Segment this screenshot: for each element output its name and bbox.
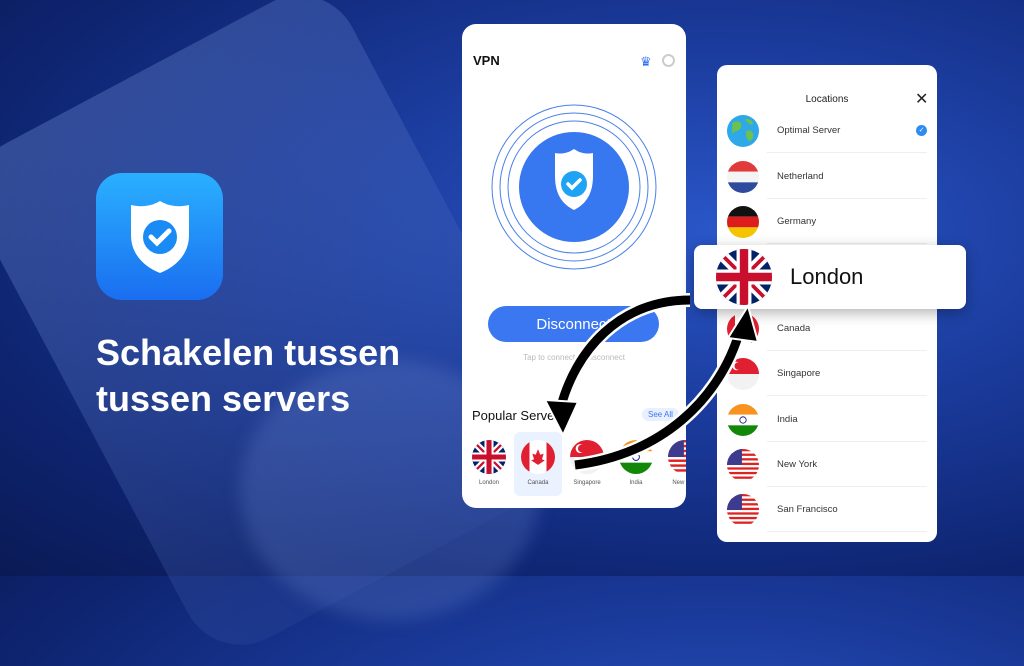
divider: [767, 152, 927, 153]
popular-server-singapore[interactable]: Singapore: [563, 432, 611, 496]
check-icon: ✓: [916, 125, 927, 136]
divider: [767, 243, 927, 244]
location-label: New York: [777, 459, 818, 470]
uk-flag-icon: [472, 440, 506, 474]
canada-flag-icon: [521, 440, 555, 474]
selected-location-popup[interactable]: London: [694, 245, 966, 309]
connect-button[interactable]: [491, 104, 657, 270]
location-item[interactable]: India: [727, 397, 927, 442]
phone-screen: VPN ♛ Disconnect Tap to connect or disco…: [462, 24, 686, 508]
server-label: London: [478, 480, 500, 486]
popular-server-canada[interactable]: Canada: [514, 432, 562, 496]
app-icon: [96, 173, 223, 300]
popular-server-india[interactable]: India: [612, 432, 660, 496]
uk-flag-icon: [716, 249, 772, 305]
connect-hint: Tap to connect or disconnect: [523, 353, 625, 362]
app-title: VPN: [473, 53, 500, 68]
gear-icon[interactable]: [662, 54, 675, 67]
server-label: New York: [672, 480, 686, 486]
divider: [767, 531, 927, 532]
usa-flag-icon: [727, 493, 759, 526]
usa-flag-icon: [668, 440, 686, 474]
usa-flag-icon: [727, 448, 759, 481]
netherlands-flag-icon: [727, 160, 759, 193]
server-label: Singapore: [573, 480, 601, 486]
location-item[interactable]: New York: [727, 442, 927, 487]
location-label: Singapore: [777, 368, 821, 379]
location-label: India: [777, 414, 798, 425]
divider: [767, 395, 927, 396]
locations-title: Locations: [805, 94, 849, 105]
popular-servers-title: Popular Servers: [472, 408, 566, 423]
location-item[interactable]: San Francisco: [727, 487, 927, 532]
popular-server-london[interactable]: London: [465, 432, 513, 496]
germany-flag-icon: [727, 205, 759, 238]
crown-icon[interactable]: ♛: [640, 54, 652, 70]
shield-check-icon: [130, 200, 189, 273]
location-label: Germany: [777, 216, 817, 227]
globe-flag-icon: [727, 114, 759, 147]
canada-flag-icon: [727, 312, 759, 345]
singapore-flag-icon: [727, 357, 759, 390]
singapore-flag-icon: [570, 440, 604, 474]
popup-label: London: [790, 264, 864, 289]
location-label: Netherland: [777, 171, 824, 182]
location-item[interactable]: Optimal Server ✓: [727, 108, 927, 153]
location-label: Optimal Server: [777, 125, 841, 136]
india-flag-icon: [619, 440, 653, 474]
headline-line-1: Schakelen tussen: [96, 332, 401, 373]
server-label: India: [629, 480, 643, 486]
location-item[interactable]: Singapore: [727, 351, 927, 396]
close-icon[interactable]: ✕: [915, 89, 928, 109]
location-item[interactable]: Germany: [727, 199, 927, 244]
popular-server-new-york[interactable]: New York: [661, 432, 686, 496]
location-item[interactable]: Netherland: [727, 154, 927, 199]
location-label: San Francisco: [777, 504, 838, 515]
location-item[interactable]: Canada: [727, 306, 927, 351]
see-all-link[interactable]: See All: [642, 408, 679, 421]
disconnect-button[interactable]: Disconnect: [488, 306, 659, 342]
headline: Schakelen tussen tussen servers: [96, 330, 400, 422]
india-flag-icon: [727, 403, 759, 436]
server-label: Canada: [527, 480, 549, 486]
headline-line-2: tussen servers: [96, 378, 351, 419]
location-label: Canada: [777, 323, 811, 334]
